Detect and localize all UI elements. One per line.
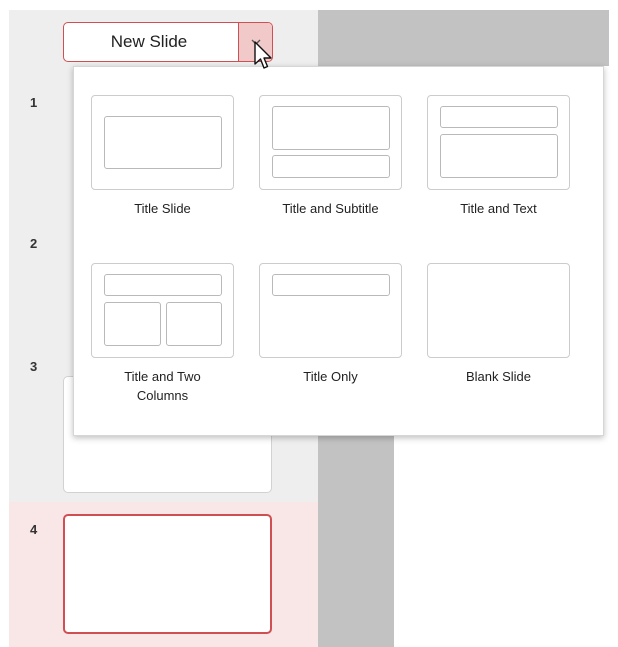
new-slide-button[interactable]: New Slide <box>63 22 273 62</box>
editor-canvas-top <box>394 10 609 66</box>
layout-caption: Blank Slide <box>465 369 532 384</box>
new-slide-label[interactable]: New Slide <box>64 23 238 61</box>
layout-title-and-text[interactable]: Title and Text <box>426 95 571 218</box>
layout-preview <box>91 95 234 190</box>
mouse-pointer-icon <box>254 41 272 69</box>
layout-preview <box>259 263 402 358</box>
layout-title-only[interactable]: Title Only <box>258 263 403 386</box>
layout-title-and-two-columns[interactable]: Title and Two Columns <box>90 263 235 405</box>
layout-preview <box>91 263 234 358</box>
slide-number-2: 2 <box>30 236 38 251</box>
slide-number-3: 3 <box>30 359 38 374</box>
layout-blank-slide[interactable]: Blank Slide <box>426 263 571 386</box>
layout-caption: Title Only <box>303 369 358 384</box>
layout-preview <box>427 263 570 358</box>
layout-caption: Title Slide <box>134 201 191 216</box>
layout-caption: Title and Two Columns <box>124 369 201 403</box>
layout-title-and-subtitle[interactable]: Title and Subtitle <box>258 95 403 218</box>
layout-preview <box>259 95 402 190</box>
layout-dropdown-menu: Title Slide Title and Subtitle Title and… <box>73 66 604 436</box>
layout-title-slide[interactable]: Title Slide <box>90 95 235 218</box>
layout-preview <box>427 95 570 190</box>
slide-number-4: 4 <box>30 522 38 537</box>
slide-number-1: 1 <box>30 95 38 110</box>
layout-caption: Title and Subtitle <box>282 201 379 216</box>
slide-thumbnail-4[interactable] <box>63 514 272 634</box>
layout-caption: Title and Text <box>460 201 537 216</box>
